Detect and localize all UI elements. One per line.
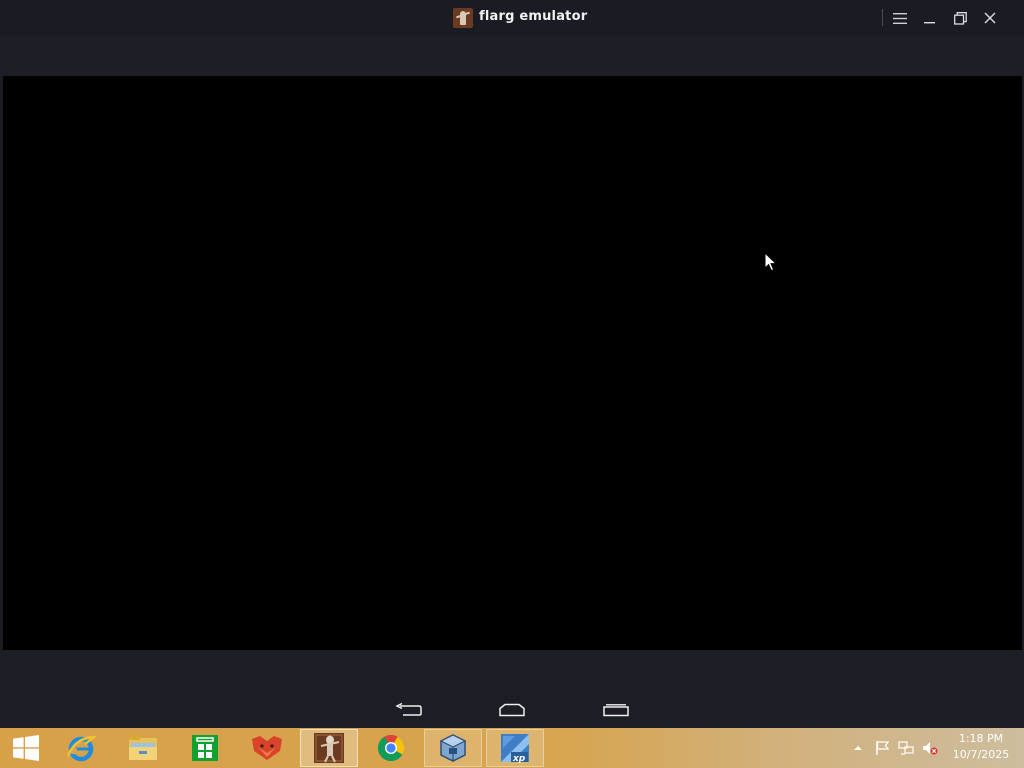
taskbar-virtualbox[interactable]	[424, 729, 482, 767]
menu-button[interactable]	[888, 6, 912, 30]
emulator-window: flarg emulator	[0, 0, 1024, 728]
home-icon	[499, 703, 525, 717]
emulator-screen[interactable]	[3, 76, 1022, 650]
hamburger-menu-icon	[893, 12, 907, 24]
taskbar-internet-explorer[interactable]	[52, 729, 110, 767]
windows-start-icon	[13, 735, 39, 761]
system-clock[interactable]: 1:18 PM 10/7/2025	[946, 731, 1016, 763]
start-button[interactable]	[4, 728, 48, 768]
flag-icon	[876, 741, 890, 755]
toolbar-strip	[0, 36, 1024, 76]
fox-icon	[252, 736, 282, 760]
store-icon	[192, 735, 218, 761]
back-icon	[395, 703, 422, 716]
back-button[interactable]	[392, 700, 424, 720]
minimize-icon	[924, 22, 935, 24]
title-bar[interactable]: flarg emulator	[0, 0, 1024, 36]
clock-time: 1:18 PM	[958, 732, 1004, 745]
app-icon	[453, 8, 473, 28]
virtualbox-icon	[439, 734, 467, 762]
volume-muted-icon	[923, 742, 938, 755]
home-button[interactable]	[496, 700, 528, 720]
close-icon	[984, 12, 996, 24]
taskbar-fox-app[interactable]	[238, 729, 296, 767]
restore-icon	[953, 11, 967, 25]
taskbar: xp 1:18 PM 10/7/2025	[0, 728, 1024, 768]
recents-button[interactable]	[600, 700, 632, 720]
recents-icon	[603, 704, 629, 717]
close-button[interactable]	[978, 6, 1002, 30]
taskbar-store[interactable]	[176, 729, 234, 767]
taskbar-file-explorer[interactable]	[114, 729, 172, 767]
chrome-icon	[377, 734, 405, 762]
clock-date: 10/7/2025	[952, 748, 1010, 761]
network-button[interactable]	[898, 740, 914, 756]
xp-mode-icon: xp	[501, 734, 529, 764]
window-title: flarg emulator	[479, 9, 588, 24]
chevron-up-icon	[854, 746, 862, 750]
taskbar-xp-mode[interactable]: xp	[486, 729, 544, 767]
internet-explorer-icon	[66, 735, 97, 762]
restore-button[interactable]	[948, 6, 972, 30]
action-center-button[interactable]	[874, 740, 890, 756]
network-icon	[898, 741, 914, 755]
mouse-cursor-icon	[764, 252, 778, 272]
flarg-emulator-icon	[314, 733, 344, 763]
taskbar-chrome[interactable]	[362, 729, 420, 767]
minimize-button[interactable]	[918, 6, 942, 30]
android-nav-bar	[0, 650, 1024, 728]
show-hidden-icons-button[interactable]	[850, 740, 866, 756]
taskbar-flarg-emulator[interactable]	[300, 729, 358, 767]
svg-text:xp: xp	[512, 754, 526, 764]
volume-button[interactable]	[922, 740, 938, 756]
file-explorer-icon	[129, 735, 157, 760]
title-divider	[882, 9, 883, 26]
